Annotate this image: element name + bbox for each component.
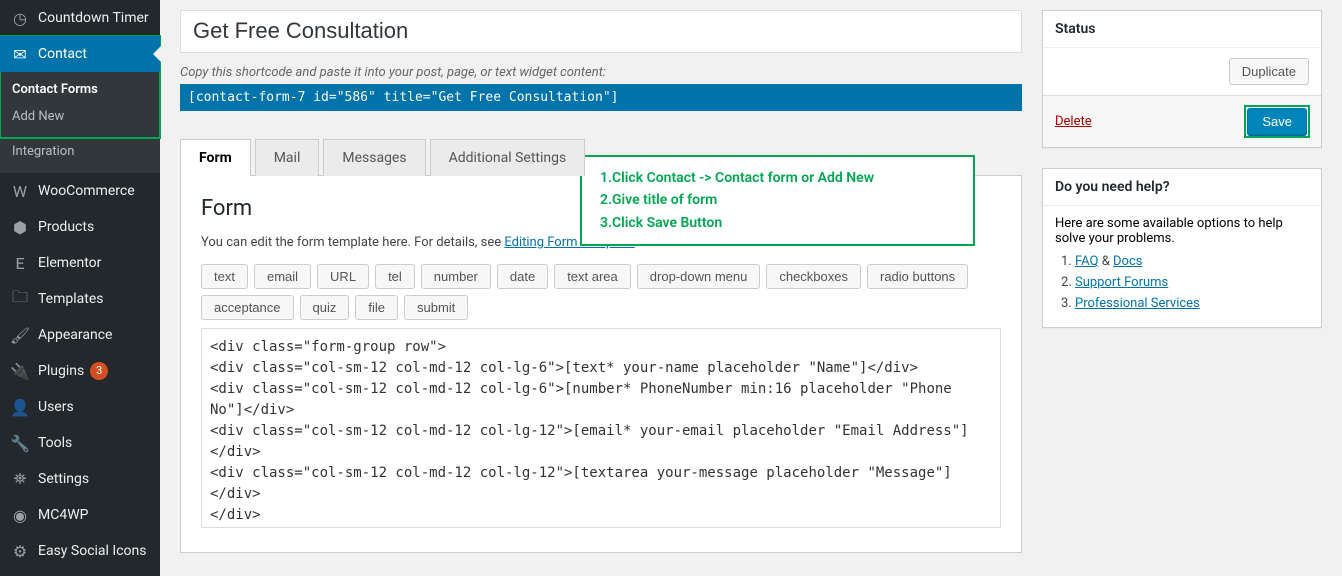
sidebar-submenu-ext: Integration <box>0 138 160 173</box>
elementor-icon: E <box>10 253 30 273</box>
faq-link[interactable]: FAQ <box>1075 254 1098 269</box>
forums-link[interactable]: Support Forums <box>1075 275 1168 290</box>
status-box: Status Duplicate Delete Save <box>1042 10 1322 148</box>
duplicate-row: Duplicate <box>1043 48 1321 95</box>
editor-column: Copy this shortcode and paste it into yo… <box>180 10 1022 566</box>
sidebar-sub-addnew[interactable]: Add New <box>0 103 160 130</box>
tag-submit[interactable]: submit <box>404 295 468 320</box>
callout-line3: 3.Click Save Button <box>600 212 955 234</box>
sidebar-item-products[interactable]: ⬢ Products <box>0 209 160 245</box>
tools-icon: 🔧 <box>10 433 30 453</box>
sidebar-item-countdown[interactable]: ◷ Countdown Timer <box>0 0 160 36</box>
products-icon: ⬢ <box>10 217 30 237</box>
gear-icon: ⚙ <box>10 541 30 561</box>
help-box: Do you need help? Here are some availabl… <box>1042 168 1322 328</box>
save-highlight: Save <box>1245 106 1309 137</box>
sidebar-submenu: Contact Forms Add New <box>0 72 160 138</box>
main-content: Copy this shortcode and paste it into yo… <box>160 0 1342 576</box>
shortcode-hint: Copy this shortcode and paste it into yo… <box>180 65 1022 80</box>
clock-icon: ◷ <box>10 8 30 28</box>
sidebar-label: Settings <box>38 471 89 487</box>
status-heading: Status <box>1043 11 1321 48</box>
tab-additional[interactable]: Additional Settings <box>430 139 586 176</box>
form-title-input[interactable] <box>180 10 1022 53</box>
sidebar-item-plugins[interactable]: 🔌 Plugins 3 <box>0 353 160 389</box>
tag-url[interactable]: URL <box>317 264 369 289</box>
help-body: Here are some available options to help … <box>1043 206 1321 327</box>
tag-date[interactable]: date <box>497 264 548 289</box>
help-item-pro: Professional Services <box>1075 296 1309 311</box>
sidebar-item-easysocial[interactable]: ⚙ Easy Social Icons <box>0 533 160 569</box>
tag-textarea[interactable]: text area <box>554 264 631 289</box>
plugin-badge: 3 <box>90 362 108 380</box>
sidebar-label: Templates <box>38 291 104 307</box>
sidebar-label: Countdown Timer <box>38 10 149 26</box>
sidebar-label: Contact <box>38 46 87 62</box>
docs-link[interactable]: Docs <box>1113 254 1142 269</box>
help-item-forums: Support Forums <box>1075 275 1309 290</box>
form-template-editor[interactable] <box>201 328 1001 528</box>
mc4wp-icon: ◉ <box>10 505 30 525</box>
sidebar-item-users[interactable]: 👤 Users <box>0 389 160 425</box>
sidebar-label: Appearance <box>38 327 112 343</box>
help-heading: Do you need help? <box>1043 169 1321 206</box>
sidebar-item-contact[interactable]: ✉ Contact <box>0 36 160 72</box>
sidebar-item-settings[interactable]: ⛯ Settings <box>0 461 160 497</box>
woo-icon: W <box>10 181 30 201</box>
tag-radio[interactable]: radio buttons <box>867 264 968 289</box>
save-row: Delete Save <box>1043 95 1321 147</box>
help-list: FAQ & Docs Support Forums Professional S… <box>1055 254 1309 311</box>
tag-quiz[interactable]: quiz <box>300 295 350 320</box>
side-column: Status Duplicate Delete Save Do you need… <box>1042 10 1322 566</box>
form-tabs: Form Mail Messages Additional Settings <box>180 139 1022 176</box>
sidebar-label: Tools <box>38 435 72 451</box>
tab-messages[interactable]: Messages <box>323 139 425 176</box>
save-button[interactable]: Save <box>1247 108 1307 135</box>
sidebar-item-appearance[interactable]: 🖌 Appearance <box>0 317 160 353</box>
tag-number[interactable]: number <box>421 264 491 289</box>
tag-buttons-row: text email URL tel number date text area… <box>201 264 1001 320</box>
sidebar-item-woocommerce[interactable]: W WooCommerce <box>0 173 160 209</box>
settings-icon: ⛯ <box>10 469 30 489</box>
delete-link[interactable]: Delete <box>1055 114 1092 129</box>
sidebar-label: Users <box>38 399 74 415</box>
sidebar-item-elementor[interactable]: E Elementor <box>0 245 160 281</box>
help-item-faq: FAQ & Docs <box>1075 254 1309 269</box>
tag-checkboxes[interactable]: checkboxes <box>766 264 861 289</box>
sidebar-item-tools[interactable]: 🔧 Tools <box>0 425 160 461</box>
admin-sidebar: ◷ Countdown Timer ✉ Contact Contact Form… <box>0 0 160 576</box>
sidebar-item-mc4wp[interactable]: ◉ MC4WP <box>0 497 160 533</box>
tag-file[interactable]: file <box>355 295 398 320</box>
sidebar-sub-contactforms[interactable]: Contact Forms <box>0 76 160 103</box>
tag-text[interactable]: text <box>201 264 248 289</box>
sidebar-label: Easy Social Icons <box>38 543 147 559</box>
contact-highlight: ✉ Contact Contact Forms Add New <box>0 36 160 138</box>
sidebar-label: Plugins <box>38 363 84 379</box>
sidebar-label: Elementor <box>38 255 101 271</box>
sidebar-sub-integration[interactable]: Integration <box>0 138 160 165</box>
users-icon: 👤 <box>10 397 30 417</box>
tab-form[interactable]: Form <box>180 139 251 176</box>
tag-email[interactable]: email <box>254 264 311 289</box>
sidebar-label: WooCommerce <box>38 183 135 199</box>
sidebar-item-templates[interactable]: 🗀 Templates <box>0 281 160 317</box>
tab-mail[interactable]: Mail <box>255 139 320 176</box>
mail-icon: ✉ <box>10 44 30 64</box>
pro-link[interactable]: Professional Services <box>1075 296 1200 311</box>
tag-tel[interactable]: tel <box>375 264 415 289</box>
help-intro: Here are some available options to help … <box>1055 216 1309 246</box>
templates-icon: 🗀 <box>10 289 30 309</box>
callout-line2: 2.Give title of form <box>600 189 955 211</box>
sidebar-label: MC4WP <box>38 507 88 523</box>
shortcode-display[interactable]: [contact-form-7 id="586" title="Get Free… <box>180 84 1022 111</box>
duplicate-button[interactable]: Duplicate <box>1229 58 1309 85</box>
plugin-icon: 🔌 <box>10 361 30 381</box>
brush-icon: 🖌 <box>10 325 30 345</box>
tag-dropdown[interactable]: drop-down menu <box>637 264 761 289</box>
tag-acceptance[interactable]: acceptance <box>201 295 294 320</box>
sidebar-label: Products <box>38 219 94 235</box>
